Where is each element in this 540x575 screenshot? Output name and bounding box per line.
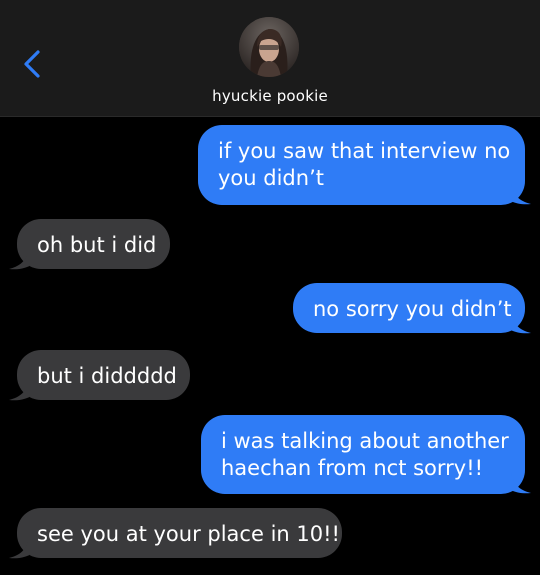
avatar[interactable] <box>239 17 299 77</box>
bubble-tail <box>9 248 29 270</box>
message-bubble-sent[interactable]: no sorry you didn’t <box>293 283 525 333</box>
bubble-tail <box>511 472 531 494</box>
message-bubble-received[interactable]: oh but i did <box>17 219 170 269</box>
bubble-tail <box>9 379 29 401</box>
message-line: see you at your place in 10!! <box>37 522 340 546</box>
message-line: if you saw that interview no <box>218 139 511 163</box>
message-line: no sorry you didn’t <box>313 297 512 321</box>
message-line: but i diddddd <box>37 364 177 388</box>
message-bubble-received[interactable]: but i diddddd <box>17 350 190 400</box>
bubble-tail <box>511 312 531 334</box>
bubble-tail <box>9 537 29 559</box>
bubble-tail <box>511 183 531 205</box>
message-line: you didn’t <box>218 166 324 190</box>
message-line: haechan from nct sorry!! <box>221 456 484 480</box>
back-button[interactable] <box>18 44 52 84</box>
message-line: oh but i did <box>37 233 157 257</box>
message-bubble-received[interactable]: see you at your place in 10!! <box>17 508 342 558</box>
conversation-header: hyuckie pookie <box>0 0 540 117</box>
message-line: i was talking about another <box>221 429 509 453</box>
contact-name[interactable]: hyuckie pookie <box>0 87 540 105</box>
chevron-left-icon <box>24 50 40 78</box>
message-bubble-sent[interactable]: i was talking about another haechan from… <box>201 415 525 494</box>
contact-photo <box>239 17 299 77</box>
message-bubble-sent[interactable]: if you saw that interview no you didn’t <box>198 125 525 205</box>
